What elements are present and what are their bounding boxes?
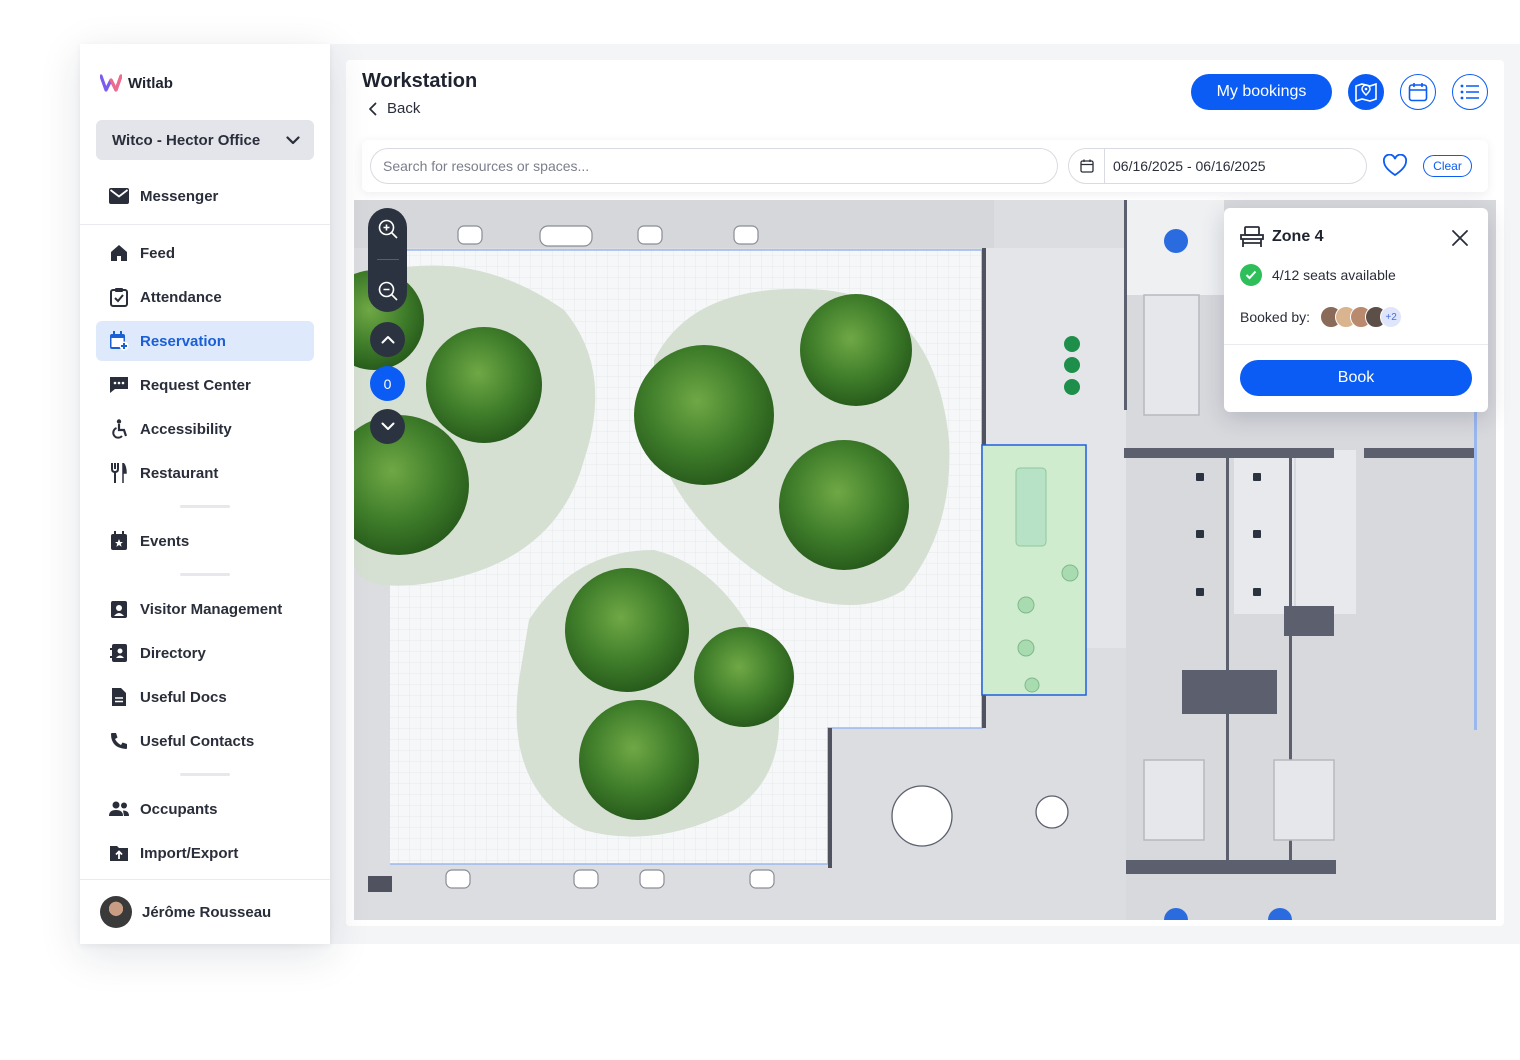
map-view-button[interactable] bbox=[1348, 74, 1384, 110]
sidebar-item-restaurant[interactable]: Restaurant bbox=[96, 453, 314, 493]
zoom-control bbox=[368, 208, 407, 312]
sidebar-item-label: Messenger bbox=[140, 187, 219, 205]
zoom-in-icon[interactable] bbox=[377, 218, 399, 240]
sidebar-item-import-export[interactable]: Import/Export bbox=[96, 833, 314, 873]
list-view-button[interactable] bbox=[1452, 74, 1488, 110]
zone-header: Zone 4 bbox=[1240, 226, 1324, 248]
close-icon[interactable] bbox=[1450, 228, 1470, 248]
calendar-view-button[interactable] bbox=[1400, 74, 1436, 110]
sidebar-item-label: Visitor Management bbox=[140, 600, 283, 618]
fork-knife-icon bbox=[108, 462, 130, 484]
current-floor: 0 bbox=[370, 366, 405, 401]
calendar-star-icon bbox=[108, 530, 130, 552]
sidebar-item-label: Accessibility bbox=[140, 420, 232, 438]
mail-icon bbox=[108, 185, 130, 207]
sidebar-item-directory[interactable]: Directory bbox=[96, 633, 314, 673]
sidebar-item-accessibility[interactable]: Accessibility bbox=[96, 409, 314, 449]
sidebar-item-label: Import/Export bbox=[140, 844, 239, 862]
divider bbox=[80, 224, 330, 225]
sidebar-item-label: Events bbox=[140, 532, 190, 550]
back-label: Back bbox=[387, 100, 421, 117]
sidebar-item-feed[interactable]: Feed bbox=[96, 233, 314, 273]
sidebar-item-events[interactable]: Events bbox=[96, 521, 314, 561]
clear-button[interactable]: Clear bbox=[1423, 155, 1472, 177]
calendar-icon bbox=[1408, 83, 1428, 102]
filter-bar: Search for resources or spaces... 06/16/… bbox=[362, 140, 1488, 192]
booked-by-row: Booked by: +2 bbox=[1240, 306, 1403, 328]
divider bbox=[180, 773, 230, 776]
people-icon bbox=[108, 798, 130, 820]
user-profile[interactable]: Jérôme Rousseau bbox=[100, 896, 271, 928]
avatar bbox=[100, 896, 132, 928]
divider bbox=[376, 259, 399, 261]
divider bbox=[180, 573, 230, 576]
chevron-left-icon bbox=[369, 102, 377, 115]
desk-icon bbox=[1240, 226, 1264, 247]
sidebar-item-visitor-management[interactable]: Visitor Management bbox=[96, 589, 314, 629]
map-pin-icon bbox=[1355, 82, 1377, 102]
witlab-logo-icon bbox=[100, 74, 122, 92]
sidebar-item-useful-docs[interactable]: Useful Docs bbox=[96, 677, 314, 717]
floor-up-button[interactable] bbox=[370, 322, 405, 357]
app-logo[interactable]: Witlab bbox=[100, 74, 173, 92]
list-icon bbox=[1460, 84, 1479, 100]
date-range-value: 06/16/2025 - 06/16/2025 bbox=[1113, 158, 1266, 174]
divider bbox=[180, 505, 230, 508]
sidebar-item-label: Directory bbox=[140, 644, 206, 662]
calendar-plus-icon bbox=[108, 330, 130, 352]
date-range-picker[interactable]: 06/16/2025 - 06/16/2025 bbox=[1068, 148, 1367, 184]
book-button[interactable]: Book bbox=[1240, 360, 1472, 396]
clipboard-check-icon bbox=[108, 286, 130, 308]
folder-upload-icon bbox=[108, 842, 130, 864]
contact-book-icon bbox=[108, 642, 130, 664]
sidebar-item-messenger[interactable]: Messenger bbox=[96, 176, 314, 216]
check-icon bbox=[1240, 264, 1262, 286]
phone-icon bbox=[108, 730, 130, 752]
sidebar-item-attendance[interactable]: Attendance bbox=[96, 277, 314, 317]
sidebar-item-label: Restaurant bbox=[140, 464, 219, 482]
calendar-icon bbox=[1069, 149, 1105, 183]
sidebar-item-reservation[interactable]: Reservation bbox=[96, 321, 314, 361]
availability-row: 4/12 seats available bbox=[1240, 264, 1396, 286]
page-title: Workstation bbox=[362, 70, 478, 92]
organization-name: Witco - Hector Office bbox=[112, 131, 261, 149]
zoom-out-icon[interactable] bbox=[377, 280, 399, 302]
chat-bubble-icon bbox=[108, 374, 130, 396]
user-name: Jérôme Rousseau bbox=[142, 903, 272, 921]
sidebar-item-label: Feed bbox=[140, 244, 176, 262]
chevron-down-icon bbox=[286, 135, 300, 144]
booker-avatars[interactable]: +2 bbox=[1320, 306, 1403, 328]
sidebar-item-label: Occupants bbox=[140, 800, 218, 818]
sidebar-item-label: Useful Contacts bbox=[140, 732, 255, 750]
sidebar-item-label: Reservation bbox=[140, 332, 226, 350]
divider bbox=[1224, 344, 1488, 345]
chevron-down-icon bbox=[381, 422, 394, 430]
home-icon bbox=[108, 242, 130, 264]
my-bookings-button[interactable]: My bookings bbox=[1191, 74, 1332, 110]
divider bbox=[80, 879, 330, 880]
sidebar: Witlab Witco - Hector Office Messenger F… bbox=[80, 44, 330, 944]
sidebar-item-label: Attendance bbox=[140, 288, 222, 306]
visitor-badge-icon bbox=[108, 598, 130, 620]
search-input[interactable]: Search for resources or spaces... bbox=[370, 148, 1058, 184]
sidebar-item-useful-contacts[interactable]: Useful Contacts bbox=[96, 721, 314, 761]
floor-down-button[interactable] bbox=[370, 409, 405, 444]
document-icon bbox=[108, 686, 130, 708]
organization-selector[interactable]: Witco - Hector Office bbox=[96, 120, 314, 160]
zone-title: Zone 4 bbox=[1272, 228, 1324, 245]
zone-popup: Zone 4 4/12 seats available Booked by: +… bbox=[1224, 208, 1488, 412]
more-bookers-badge: +2 bbox=[1380, 306, 1403, 328]
heart-icon[interactable] bbox=[1382, 154, 1408, 178]
chevron-up-icon bbox=[381, 336, 394, 344]
sidebar-item-label: Request Center bbox=[140, 376, 251, 394]
app-name: Witlab bbox=[128, 74, 173, 92]
booked-by-label: Booked by: bbox=[1240, 309, 1311, 325]
back-link[interactable]: Back bbox=[368, 100, 420, 117]
sidebar-item-request-center[interactable]: Request Center bbox=[96, 365, 314, 405]
availability-text: 4/12 seats available bbox=[1272, 267, 1396, 283]
sidebar-item-occupants[interactable]: Occupants bbox=[96, 789, 314, 829]
sidebar-item-label: Useful Docs bbox=[140, 688, 227, 706]
accessibility-icon bbox=[108, 418, 130, 440]
